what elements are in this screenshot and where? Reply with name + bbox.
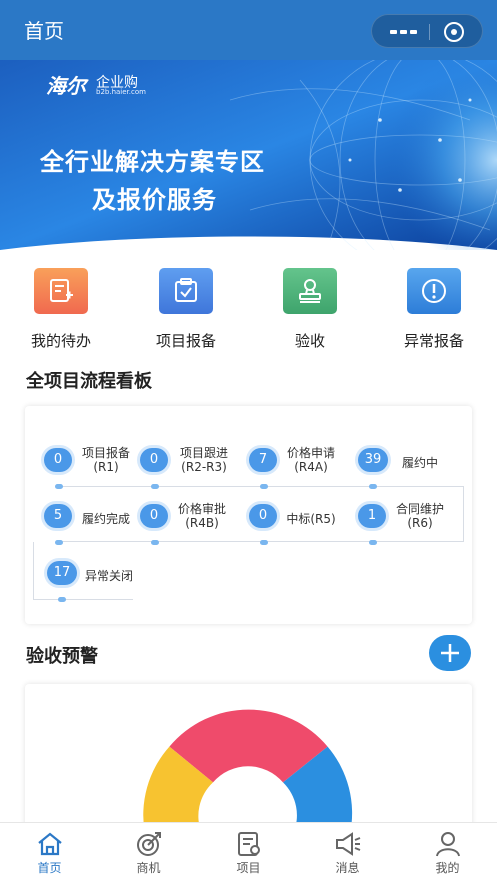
flow-node-name: 价格审批 (R4B) (173, 502, 231, 530)
acceptance-chart-card (25, 684, 472, 834)
stamp-icon (283, 268, 337, 314)
tab-label: 首页 (37, 861, 62, 875)
quick-action-exception-report[interactable]: 异常报备 (380, 268, 490, 352)
todo-edit-icon (34, 268, 88, 314)
flow-node[interactable]: 0 中标(R5) (230, 462, 338, 545)
flow-node-name-text: 中标(R5) (286, 512, 336, 526)
home-icon (38, 832, 62, 856)
tab-profile[interactable]: 我的 (398, 823, 497, 883)
flow-node-dot (151, 540, 159, 545)
logo-url: b2b.haier.com (96, 88, 146, 96)
flow-node-name: 合同维护 (R6) (391, 502, 449, 530)
flow-node-name-text: 合同维护 (R6) (395, 502, 444, 530)
tab-label: 消息 (335, 861, 360, 875)
user-icon (436, 832, 460, 857)
banner-headline-2: 及报价服务 (92, 186, 217, 214)
flow-node-name-text: 价格审批 (R4B) (177, 502, 226, 530)
flow-node-name-text: 异常关闭 (84, 569, 133, 583)
bottom-tab-bar: 首页 商机 项目 消息 我的 (0, 822, 497, 883)
quick-action-label: 验收 (294, 332, 325, 350)
flow-node[interactable]: 0 项目跟进(R2-R3) (121, 406, 229, 489)
flow-node[interactable]: 5 履约完成 (25, 462, 133, 545)
haier-logo: 海尔 (46, 74, 86, 98)
top-bar: 首页 (0, 0, 497, 60)
page-title: 首页 (24, 19, 64, 43)
flow-node-dot (58, 597, 66, 602)
quick-action-project-report[interactable]: 项目报备 (132, 268, 242, 352)
flow-node[interactable]: 39 履约中 (339, 406, 447, 489)
banner-headline-1: 全行业解决方案专区 (40, 148, 265, 176)
tab-messages[interactable]: 消息 (298, 823, 397, 883)
flow-node[interactable]: 0 项目报备 (R1) (25, 406, 133, 489)
tab-label: 商机 (136, 861, 161, 875)
mini-program-capsule (371, 14, 483, 48)
plus-icon (441, 644, 459, 662)
megaphone-icon (336, 832, 361, 856)
quick-action-todo[interactable]: 我的待办 (7, 268, 117, 352)
tab-label: 我的 (435, 861, 460, 875)
flow-node-count: 0 (140, 504, 168, 528)
flow-node[interactable]: 0 价格审批 (R4B) (121, 462, 229, 545)
tab-opportunity[interactable]: 商机 (99, 823, 198, 883)
flow-node[interactable]: 17 异常关闭 (28, 519, 136, 602)
flow-node[interactable]: 7 价格申请 (R4A) (230, 406, 338, 489)
flow-node-count: 17 (47, 561, 77, 585)
acceptance-donut-chart (143, 709, 353, 834)
quick-action-label: 项目报备 (155, 332, 216, 350)
more-icon[interactable] (386, 24, 422, 40)
clipboard-check-icon (159, 268, 213, 314)
flow-board-title: 全项目流程看板 (26, 371, 152, 392)
alert-circle-icon (407, 268, 461, 314)
flow-node-name: 中标(R5) (282, 512, 340, 526)
close-circle-icon[interactable] (442, 21, 466, 43)
flow-board: 0 项目报备 (R1) 0 项目跟进(R2-R3) 7 价格申请 (R4A) 3… (25, 406, 472, 624)
document-icon (238, 832, 260, 856)
flow-node-count: 1 (358, 504, 386, 528)
tab-projects[interactable]: 项目 (199, 823, 298, 883)
promo-banner[interactable]: 海尔 企业购 b2b.haier.com 全行业解决方案专区 及报价服务 (0, 60, 497, 250)
tab-label: 项目 (236, 861, 261, 875)
quick-action-label: 我的待办 (30, 332, 91, 350)
add-button[interactable] (429, 635, 471, 671)
flow-node-name: 异常关闭 (80, 569, 138, 583)
target-icon (137, 832, 161, 856)
flow-node-dot (260, 540, 268, 545)
tab-home[interactable]: 首页 (0, 823, 99, 883)
flow-node-dot (369, 540, 377, 545)
capsule-divider (429, 24, 430, 40)
quick-action-acceptance[interactable]: 验收 (256, 268, 366, 352)
flow-node-count: 0 (249, 504, 277, 528)
quick-action-label: 异常报备 (403, 332, 464, 350)
flow-node[interactable]: 1 合同维护 (R6) (339, 462, 447, 545)
acceptance-warning-title: 验收预警 (26, 646, 98, 667)
